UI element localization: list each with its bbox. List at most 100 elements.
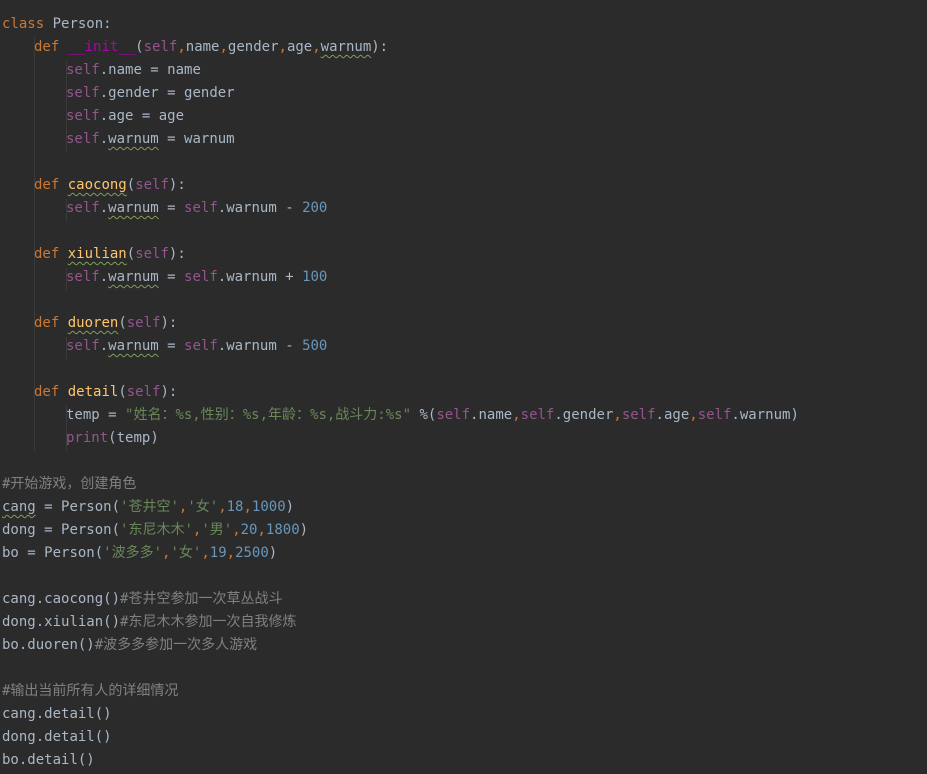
number-literal: 200 [302, 200, 328, 216]
code-line-28: bo.duoren()#波多多参加一次多人游戏 [2, 637, 258, 653]
code-line-19: print(temp) [66, 430, 159, 446]
attr-warnum: warnum [226, 200, 277, 216]
attr-name: name [108, 62, 142, 78]
var-temp: temp [66, 407, 100, 423]
attr-warnum: warnum [108, 338, 159, 354]
var-warnum: warnum [184, 131, 235, 147]
code-editor[interactable]: class Person: def __init__(self,name,gen… [0, 0, 927, 774]
self-ref: self [66, 200, 100, 216]
call-detail: detail [27, 752, 78, 768]
code-line-23: dong = Person('东尼木木','男',20,1800) [2, 522, 309, 538]
attr-age: age [663, 407, 690, 423]
var-bo: bo [2, 752, 19, 768]
var-name: name [167, 62, 201, 78]
call-xiulian: xiulian [44, 614, 104, 630]
format-string: "姓名：%s,性别：%s,年龄：%s,战斗力:%s" [125, 407, 412, 423]
code-line-3: self.name = name [66, 62, 201, 78]
param-warnum: warnum [320, 39, 372, 55]
method-duoren-name: duoren [67, 315, 119, 331]
class-ref: Person [44, 545, 95, 561]
builtin-print: print [66, 430, 109, 446]
self-ref: self [436, 407, 471, 423]
comment-duoren: #波多多参加一次多人游戏 [94, 637, 258, 653]
method-caocong-name: caocong [67, 177, 127, 193]
code-line-2: def __init__(self,name,gender,age,warnum… [34, 39, 389, 55]
param-age: age [286, 39, 313, 55]
self-ref: self [697, 407, 732, 423]
var-dong: dong [2, 522, 36, 538]
code-line-33: bo.detail() [2, 752, 95, 768]
attr-warnum: warnum [739, 407, 791, 423]
comment-caocong: #苍井空参加一次草丛战斗 [120, 591, 283, 607]
keyword-def: def [34, 315, 60, 331]
code-line-31: cang.detail() [2, 706, 112, 722]
number-literal: 18 [226, 499, 244, 515]
code-line-18: temp = "姓名：%s,性别：%s,年龄：%s,战斗力:%s" %(self… [66, 407, 799, 423]
attr-age: age [108, 108, 134, 124]
attr-gender: gender [108, 85, 159, 101]
code-line-24: bo = Person('波多多','女',19,2500) [2, 545, 278, 561]
class-ref: Person [61, 499, 112, 515]
comment-start-game: #开始游戏，创建角色 [2, 476, 137, 492]
self-ref: self [66, 85, 100, 101]
attr-warnum: warnum [226, 338, 277, 354]
code-line-14: def duoren(self): [34, 315, 178, 331]
self-ref: self [184, 200, 218, 216]
class-name: Person [52, 16, 104, 32]
keyword-def: def [34, 246, 60, 262]
string-literal: '苍井空' [120, 499, 179, 515]
code-line-6: self.warnum = warnum [66, 131, 235, 147]
var-dong: dong [2, 729, 36, 745]
var-age: age [158, 108, 185, 124]
number-literal: 100 [302, 269, 328, 285]
keyword-def: def [34, 384, 60, 400]
code-line-4: self.gender = gender [66, 85, 235, 101]
call-duoren: duoren [27, 637, 78, 653]
self-ref: self [520, 407, 555, 423]
var-bo: bo [2, 637, 19, 653]
keyword-class: class [2, 16, 45, 32]
keyword-def: def [34, 39, 60, 55]
number-literal: 19 [209, 545, 227, 561]
self-param: self [126, 315, 161, 331]
var-temp: temp [116, 430, 151, 446]
self-param: self [135, 246, 169, 262]
code-line-17: def detail(self): [34, 384, 178, 400]
self-ref: self [66, 108, 100, 124]
keyword-def: def [34, 177, 60, 193]
self-ref: self [66, 338, 100, 354]
comment-output: #输出当前所有人的详细情况 [2, 683, 179, 699]
number-literal: 500 [302, 338, 328, 354]
self-ref: self [184, 338, 218, 354]
string-literal: '男' [201, 522, 233, 538]
call-caocong: caocong [44, 591, 104, 607]
self-ref: self [66, 269, 100, 285]
method-xiulian-name: xiulian [67, 246, 127, 262]
init-method-name: __init__ [67, 39, 136, 55]
number-literal: 20 [240, 522, 258, 538]
attr-gender: gender [562, 407, 614, 423]
self-ref: self [66, 131, 100, 147]
call-detail: detail [44, 729, 95, 745]
self-ref: self [66, 62, 100, 78]
code-line-32: dong.detail() [2, 729, 112, 745]
code-line-9: self.warnum = self.warnum - 200 [66, 200, 328, 216]
string-literal: '东尼木木' [120, 522, 193, 538]
number-literal: 1000 [251, 499, 286, 515]
var-gender: gender [184, 85, 235, 101]
attr-warnum: warnum [108, 200, 159, 216]
call-detail: detail [44, 706, 95, 722]
attr-name: name [478, 407, 513, 423]
param-gender: gender [227, 39, 279, 55]
code-line-26: cang.caocong()#苍井空参加一次草丛战斗 [2, 591, 283, 607]
attr-warnum: warnum [108, 131, 159, 147]
comment-xiulian: #东尼木木参加一次自我修炼 [120, 614, 297, 630]
attr-warnum: warnum [226, 269, 277, 285]
class-ref: Person [61, 522, 112, 538]
string-literal: '女' [170, 545, 202, 561]
self-param: self [143, 39, 178, 55]
code-line-8: def caocong(self): [34, 177, 186, 193]
attr-warnum: warnum [108, 269, 159, 285]
var-dong: dong [2, 614, 36, 630]
var-cang: cang [2, 706, 36, 722]
